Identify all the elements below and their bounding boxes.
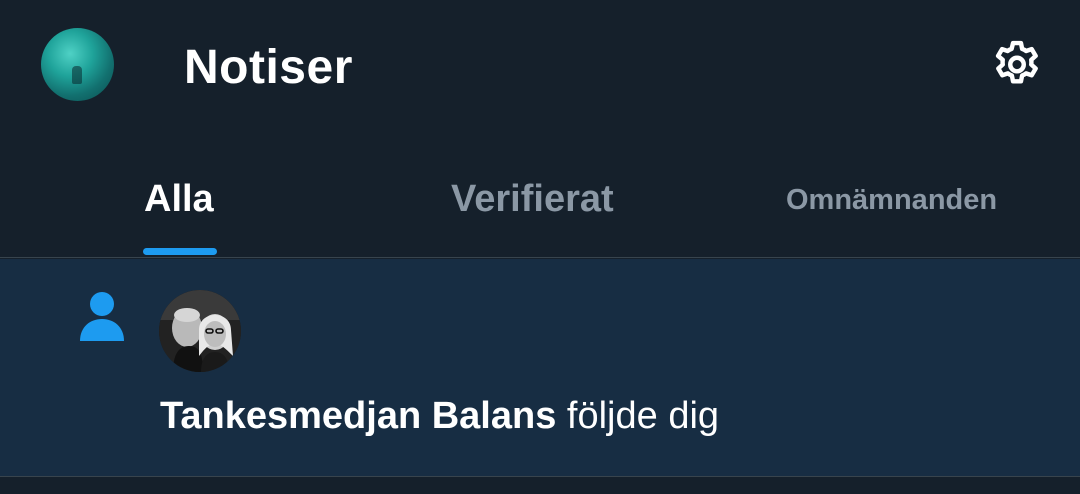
page-title: Notiser bbox=[184, 41, 353, 94]
tab-mentions-label: Omnämnanden bbox=[786, 184, 998, 216]
tab-all[interactable]: Alla bbox=[130, 134, 230, 257]
tab-all-label: Alla bbox=[144, 178, 214, 220]
avatar-figure bbox=[72, 66, 82, 84]
settings-button[interactable] bbox=[988, 36, 1046, 94]
notification-tabs: Alla Verifierat Omnämnanden bbox=[0, 134, 1080, 258]
tab-verified[interactable]: Verifierat bbox=[430, 134, 650, 257]
gear-icon bbox=[995, 40, 1038, 84]
profile-avatar[interactable] bbox=[41, 28, 114, 101]
notification-user-name[interactable]: Tankesmedjan Balans bbox=[160, 395, 556, 437]
tab-verified-label: Verifierat bbox=[451, 178, 614, 220]
notification-item[interactable]: Tankesmedjan Balans följde dig bbox=[0, 259, 1080, 477]
notifications-screen: Notiser Alla Verifierat Omnämnanden Tank… bbox=[0, 0, 1080, 494]
follower-avatar[interactable] bbox=[159, 290, 241, 372]
next-list-region bbox=[0, 478, 1080, 494]
follower-photo bbox=[159, 290, 241, 372]
top-app-bar: Notiser bbox=[0, 0, 1080, 134]
person-icon bbox=[80, 292, 124, 341]
active-tab-indicator bbox=[143, 248, 217, 255]
tab-mentions[interactable]: Omnämnanden bbox=[770, 134, 1030, 257]
notification-text: Tankesmedjan Balans följde dig bbox=[160, 393, 719, 439]
notification-action: följde dig bbox=[566, 395, 720, 437]
